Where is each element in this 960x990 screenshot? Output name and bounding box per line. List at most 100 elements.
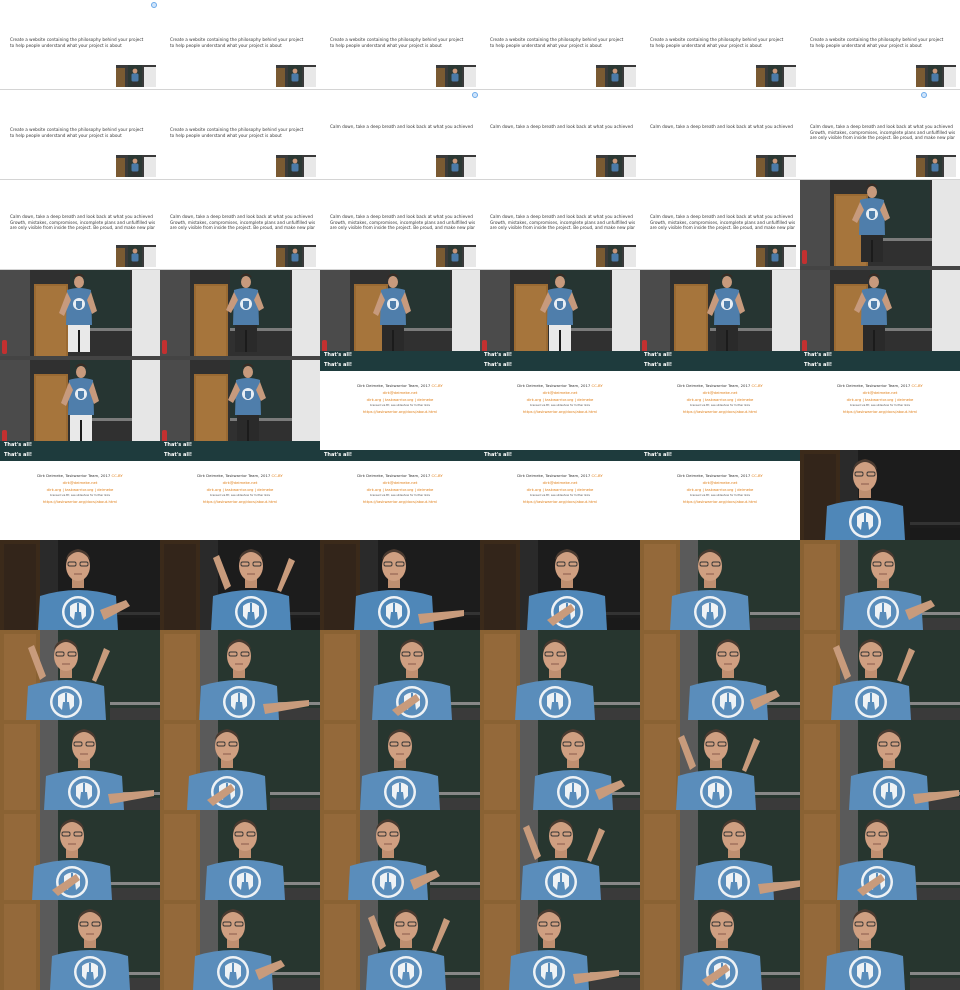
video-frame-speaker-closeup — [160, 720, 320, 810]
slide-text-line: Calm down, take a deep breath and look b… — [490, 214, 633, 219]
end-slide-links: dirk.org | taskwarrior.org | deimeke — [366, 397, 434, 402]
end-slide-note: licensed via BY, see slideshow for furth… — [529, 404, 591, 407]
video-frame-speaker-wide — [640, 270, 800, 360]
end-slide-title-bar: That's all! — [480, 450, 640, 461]
end-slide-author: Dirk Deimeke, Taskwarrior Team, 2017 CC-… — [517, 383, 603, 388]
end-slide-license: CC-BY — [911, 383, 923, 388]
speaker-video-inset — [436, 65, 476, 87]
end-slide-email: dirk@deimeke.net — [62, 480, 98, 485]
video-frame-speaker-closeup — [320, 720, 480, 810]
video-frame-speaker-closeup — [160, 810, 320, 900]
end-slide-thumbnail: That's all! Dirk Deimeke, Taskwarrior Tea… — [320, 360, 480, 450]
slide-thumbnail: Create a website containing the philosop… — [160, 0, 320, 90]
video-frame-speaker-closeup — [640, 540, 800, 630]
speaker-video-inset — [436, 155, 476, 177]
speaker-video-inset — [916, 155, 956, 177]
slide-thumbnail: Calm down, take a deep breath and look b… — [160, 180, 320, 270]
video-frame-speaker-closeup — [160, 540, 320, 630]
slide-thumbnail: Create a website containing the philosop… — [0, 90, 160, 180]
video-frame-speaker-closeup — [480, 900, 640, 990]
end-slide-note: licensed via BY, see slideshow for furth… — [369, 404, 431, 407]
speaker-video-inset — [116, 65, 156, 87]
video-frame-speaker-closeup — [320, 900, 480, 990]
speaker-video-inset — [756, 155, 796, 177]
end-slide-url: https://taskwarrior.org/docs/about.html — [842, 409, 918, 414]
end-slide-title-bar: That's all! — [640, 450, 800, 461]
end-slide-links: dirk.org | taskwarrior.org | deimeke — [366, 487, 434, 492]
end-slide-email: dirk@deimeke.net — [862, 390, 898, 395]
slide-thumbnail: Calm down, take a deep breath and look b… — [480, 180, 640, 270]
end-slide-title-bar: That's all! — [0, 450, 160, 461]
slide-thumbnail: Calm down, take a deep breath and look b… — [0, 180, 160, 270]
end-slide-note: licensed via BY, see slideshow for furth… — [689, 404, 751, 407]
slide-text-line: are only visible from inside the project… — [650, 225, 795, 230]
video-frame-speaker-closeup — [0, 540, 160, 630]
end-slide-title: That's all! — [804, 362, 833, 368]
speaker-video-inset — [116, 245, 156, 267]
end-slide-license: CC-BY — [431, 473, 443, 478]
slide-text-line: Create a website containing the philosop… — [650, 37, 784, 42]
slide-text-line: Calm down, take a deep breath and look b… — [330, 214, 473, 219]
caption-text: That's all! — [484, 352, 513, 358]
end-slide-author: Dirk Deimeke, Taskwarrior Team, 2017 CC-… — [677, 473, 763, 478]
video-frame-speaker-closeup — [800, 540, 960, 630]
contact-sheet: Create a website containing the philosop… — [0, 0, 960, 990]
end-slide-url: https://taskwarrior.org/docs/about.html — [682, 499, 758, 504]
video-frame-speaker-closeup — [320, 810, 480, 900]
slide-thumbnail: Calm down, take a deep breath and look b… — [640, 180, 800, 270]
end-slide-title: That's all! — [164, 452, 193, 458]
end-slide-url: https://taskwarrior.org/docs/about.html — [682, 409, 758, 414]
cursor-indicator-icon — [472, 92, 478, 98]
end-slide-email: dirk@deimeke.net — [222, 480, 258, 485]
slide-thumbnail: Create a website containing the philosop… — [160, 90, 320, 180]
end-slide-title-bar: That's all! — [320, 450, 480, 461]
end-slide-url: https://taskwarrior.org/docs/about.html — [202, 499, 278, 504]
end-slide-note: licensed via BY, see slideshow for furth… — [369, 494, 431, 497]
end-slide-thumbnail: That's all! Dirk Deimeke, Taskwarrior Tea… — [480, 360, 640, 450]
end-slide-links: dirk.org | taskwarrior.org | deimeke — [846, 397, 914, 402]
end-slide-author: Dirk Deimeke, Taskwarrior Team, 2017 CC-… — [357, 383, 443, 388]
slide-thumbnail: Calm down, take a deep breath and look b… — [480, 90, 640, 180]
video-frame-speaker-closeup — [640, 720, 800, 810]
end-slide-email: dirk@deimeke.net — [702, 480, 738, 485]
end-slide-email: dirk@deimeke.net — [382, 390, 418, 395]
end-slide-url: https://taskwarrior.org/docs/about.html — [522, 409, 598, 414]
video-frame-speaker-wide — [800, 270, 960, 360]
video-frame-speaker-closeup — [480, 630, 640, 720]
end-slide-title: That's all! — [324, 452, 353, 458]
end-slide-license: CC-BY — [111, 473, 123, 478]
end-slide-note: licensed via BY, see slideshow for furth… — [529, 494, 591, 497]
slide-thumbnail: Calm down, take a deep breath and look b… — [800, 90, 960, 180]
slide-text-line: Calm down, take a deep breath and look b… — [650, 214, 793, 219]
end-slide-title-bar: That's all! — [480, 360, 640, 371]
cursor-indicator-icon — [151, 2, 157, 8]
end-slide-thumbnail: That's all! Dirk Deimeke, Taskwarrior Tea… — [320, 450, 480, 540]
caption-text: That's all! — [4, 442, 33, 448]
end-slide-author: Dirk Deimeke, Taskwarrior Team, 2017 CC-… — [677, 383, 763, 388]
end-slide-note: licensed via BY, see slideshow for furth… — [209, 494, 271, 497]
video-frame-speaker-closeup — [800, 630, 960, 720]
slide-thumbnail: Create a website containing the philosop… — [640, 0, 800, 90]
end-slide-title: That's all! — [484, 362, 513, 368]
slide-thumbnail: Calm down, take a deep breath and look b… — [320, 180, 480, 270]
slide-text-line: to help people understand what your proj… — [330, 43, 442, 48]
video-frame-speaker-wide — [0, 270, 160, 360]
video-frame-speaker-closeup — [160, 900, 320, 990]
end-slide-note: licensed via BY, see slideshow for furth… — [689, 494, 751, 497]
end-slide-email: dirk@deimeke.net — [542, 480, 578, 485]
video-frame-speaker-closeup — [0, 720, 160, 810]
video-frame-speaker-closeup — [800, 810, 960, 900]
end-slide-links: dirk.org | taskwarrior.org | deimeke — [526, 397, 594, 402]
end-slide-license: CC-BY — [591, 383, 603, 388]
end-slide-links: dirk.org | taskwarrior.org | deimeke — [206, 487, 274, 492]
video-frame-speaker-closeup — [800, 900, 960, 990]
end-slide-license: CC-BY — [431, 383, 443, 388]
caption-text: That's all! — [804, 352, 833, 358]
slide-thumbnail: Calm down, take a deep breath and look b… — [640, 90, 800, 180]
slide-text-line: to help people understand what your proj… — [10, 43, 122, 48]
end-slide-url: https://taskwarrior.org/docs/about.html — [42, 499, 118, 504]
end-slide-thumbnail: That's all! Dirk Deimeke, Taskwarrior Tea… — [480, 450, 640, 540]
slide-text-line: Create a website containing the philosop… — [810, 37, 944, 42]
end-slide-url: https://taskwarrior.org/docs/about.html — [362, 409, 438, 414]
end-slide-title-bar: That's all! — [640, 360, 800, 371]
